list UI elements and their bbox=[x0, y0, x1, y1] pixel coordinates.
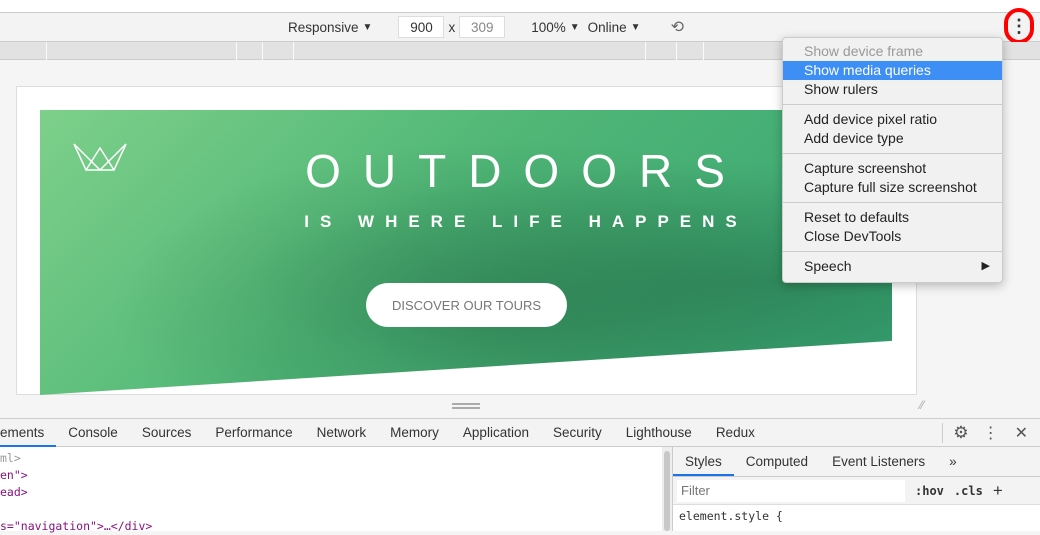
submenu-arrow-icon: ▶ bbox=[981, 260, 990, 272]
menu-item-reset-to-defaults[interactable]: Reset to defaults bbox=[783, 208, 1002, 227]
dom-line[interactable]: ead> bbox=[0, 484, 662, 501]
element-style-rule[interactable]: element.style { bbox=[673, 505, 1040, 527]
speech-label: Speech bbox=[804, 258, 852, 274]
caret-down-icon: ▼ bbox=[630, 21, 641, 33]
menu-item-add-device-type[interactable]: Add device type bbox=[783, 129, 1002, 148]
top-strip bbox=[0, 0, 1040, 12]
times-label: x bbox=[448, 19, 456, 35]
menu-item-capture-screenshot[interactable]: Capture screenshot bbox=[783, 159, 1002, 178]
menu-divider bbox=[783, 104, 1002, 105]
dom-line[interactable] bbox=[0, 501, 662, 518]
zoom-label: 100% bbox=[531, 19, 566, 35]
close-icon[interactable]: ✕ bbox=[1015, 423, 1028, 443]
corner-resize-icon[interactable]: ⁄⁄ bbox=[920, 398, 924, 412]
add-rule-button[interactable]: + bbox=[993, 481, 1003, 501]
tab-performance[interactable]: Performance bbox=[203, 419, 304, 447]
menu-item-speech[interactable]: Speech ▶ bbox=[783, 257, 1002, 276]
tab-computed[interactable]: Computed bbox=[734, 448, 820, 476]
menu-divider bbox=[783, 202, 1002, 203]
width-input[interactable]: 900 bbox=[398, 16, 445, 38]
menu-item-show-media-queries[interactable]: Show media queries bbox=[783, 61, 1002, 80]
menu-item-show-rulers[interactable]: Show rulers bbox=[783, 80, 1002, 99]
tab-event-listeners[interactable]: Event Listeners bbox=[820, 448, 937, 476]
menu-item-show-device-frame[interactable]: Show device frame bbox=[783, 42, 1002, 61]
caret-down-icon: ▼ bbox=[362, 21, 373, 33]
rotate-icon[interactable]: ⟲ bbox=[671, 17, 684, 37]
resize-handle[interactable] bbox=[452, 403, 480, 409]
styles-pane: Styles Computed Event Listeners » :hov .… bbox=[672, 447, 1040, 531]
tab-security[interactable]: Security bbox=[541, 419, 614, 447]
height-input[interactable]: 309 bbox=[459, 16, 506, 38]
styles-filter-input[interactable] bbox=[677, 479, 905, 502]
menu-item-capture-full-size-screenshot[interactable]: Capture full size screenshot bbox=[783, 178, 1002, 197]
menu-item-close-devtools[interactable]: Close DevTools bbox=[783, 227, 1002, 246]
dom-line[interactable]: en"> bbox=[0, 467, 662, 484]
caret-down-icon: ▼ bbox=[569, 21, 580, 33]
device-label: Responsive bbox=[288, 19, 359, 35]
throttle-label: Online bbox=[587, 19, 627, 35]
elements-scrollbar[interactable] bbox=[662, 447, 672, 531]
dom-line[interactable]: ml> bbox=[0, 450, 662, 467]
menu-item-add-device-pixel-ratio[interactable]: Add device pixel ratio bbox=[783, 110, 1002, 129]
tab-elements[interactable]: ements bbox=[0, 419, 57, 447]
devtools-tabbar: ements Console Sources Performance Netwo… bbox=[0, 418, 1040, 447]
zoom-select[interactable]: 100% ▼ bbox=[531, 20, 579, 35]
device-options-menu: Show device frame Show media queries Sho… bbox=[782, 37, 1003, 283]
elements-tree: ml> en"> ead> s="navigation">…</div> bbox=[0, 447, 662, 533]
hero-subtitle: IS WHERE LIFE HAPPENS bbox=[304, 212, 748, 231]
tab-lighthouse[interactable]: Lighthouse bbox=[614, 419, 704, 447]
dom-line[interactable]: s="navigation">…</div> bbox=[0, 518, 662, 535]
throttle-select[interactable]: Online ▼ bbox=[588, 20, 641, 35]
hov-toggle[interactable]: :hov bbox=[915, 484, 944, 498]
menu-divider bbox=[783, 251, 1002, 252]
tab-memory[interactable]: Memory bbox=[378, 419, 451, 447]
kebab-menu-icon: ⋮ bbox=[1010, 15, 1028, 36]
menu-divider bbox=[783, 153, 1002, 154]
tab-redux[interactable]: Redux bbox=[704, 419, 767, 447]
more-options-button[interactable]: ⋮ bbox=[1004, 8, 1034, 44]
settings-icon[interactable]: ⚙ bbox=[953, 423, 968, 443]
tab-console[interactable]: Console bbox=[56, 419, 130, 447]
tab-network[interactable]: Network bbox=[305, 419, 379, 447]
tab-application[interactable]: Application bbox=[451, 419, 541, 447]
more-tabs-icon[interactable]: » bbox=[937, 448, 969, 476]
device-select[interactable]: Responsive ▼ bbox=[288, 20, 372, 35]
tab-sources[interactable]: Sources bbox=[130, 419, 204, 447]
cls-toggle[interactable]: .cls bbox=[954, 484, 983, 498]
discover-tours-button[interactable]: DISCOVER OUR TOURS bbox=[366, 283, 567, 327]
tab-styles[interactable]: Styles bbox=[673, 448, 734, 476]
kebab-menu-icon[interactable]: ⋮ bbox=[983, 423, 999, 443]
hero-title: OUTDOORS bbox=[305, 145, 747, 197]
